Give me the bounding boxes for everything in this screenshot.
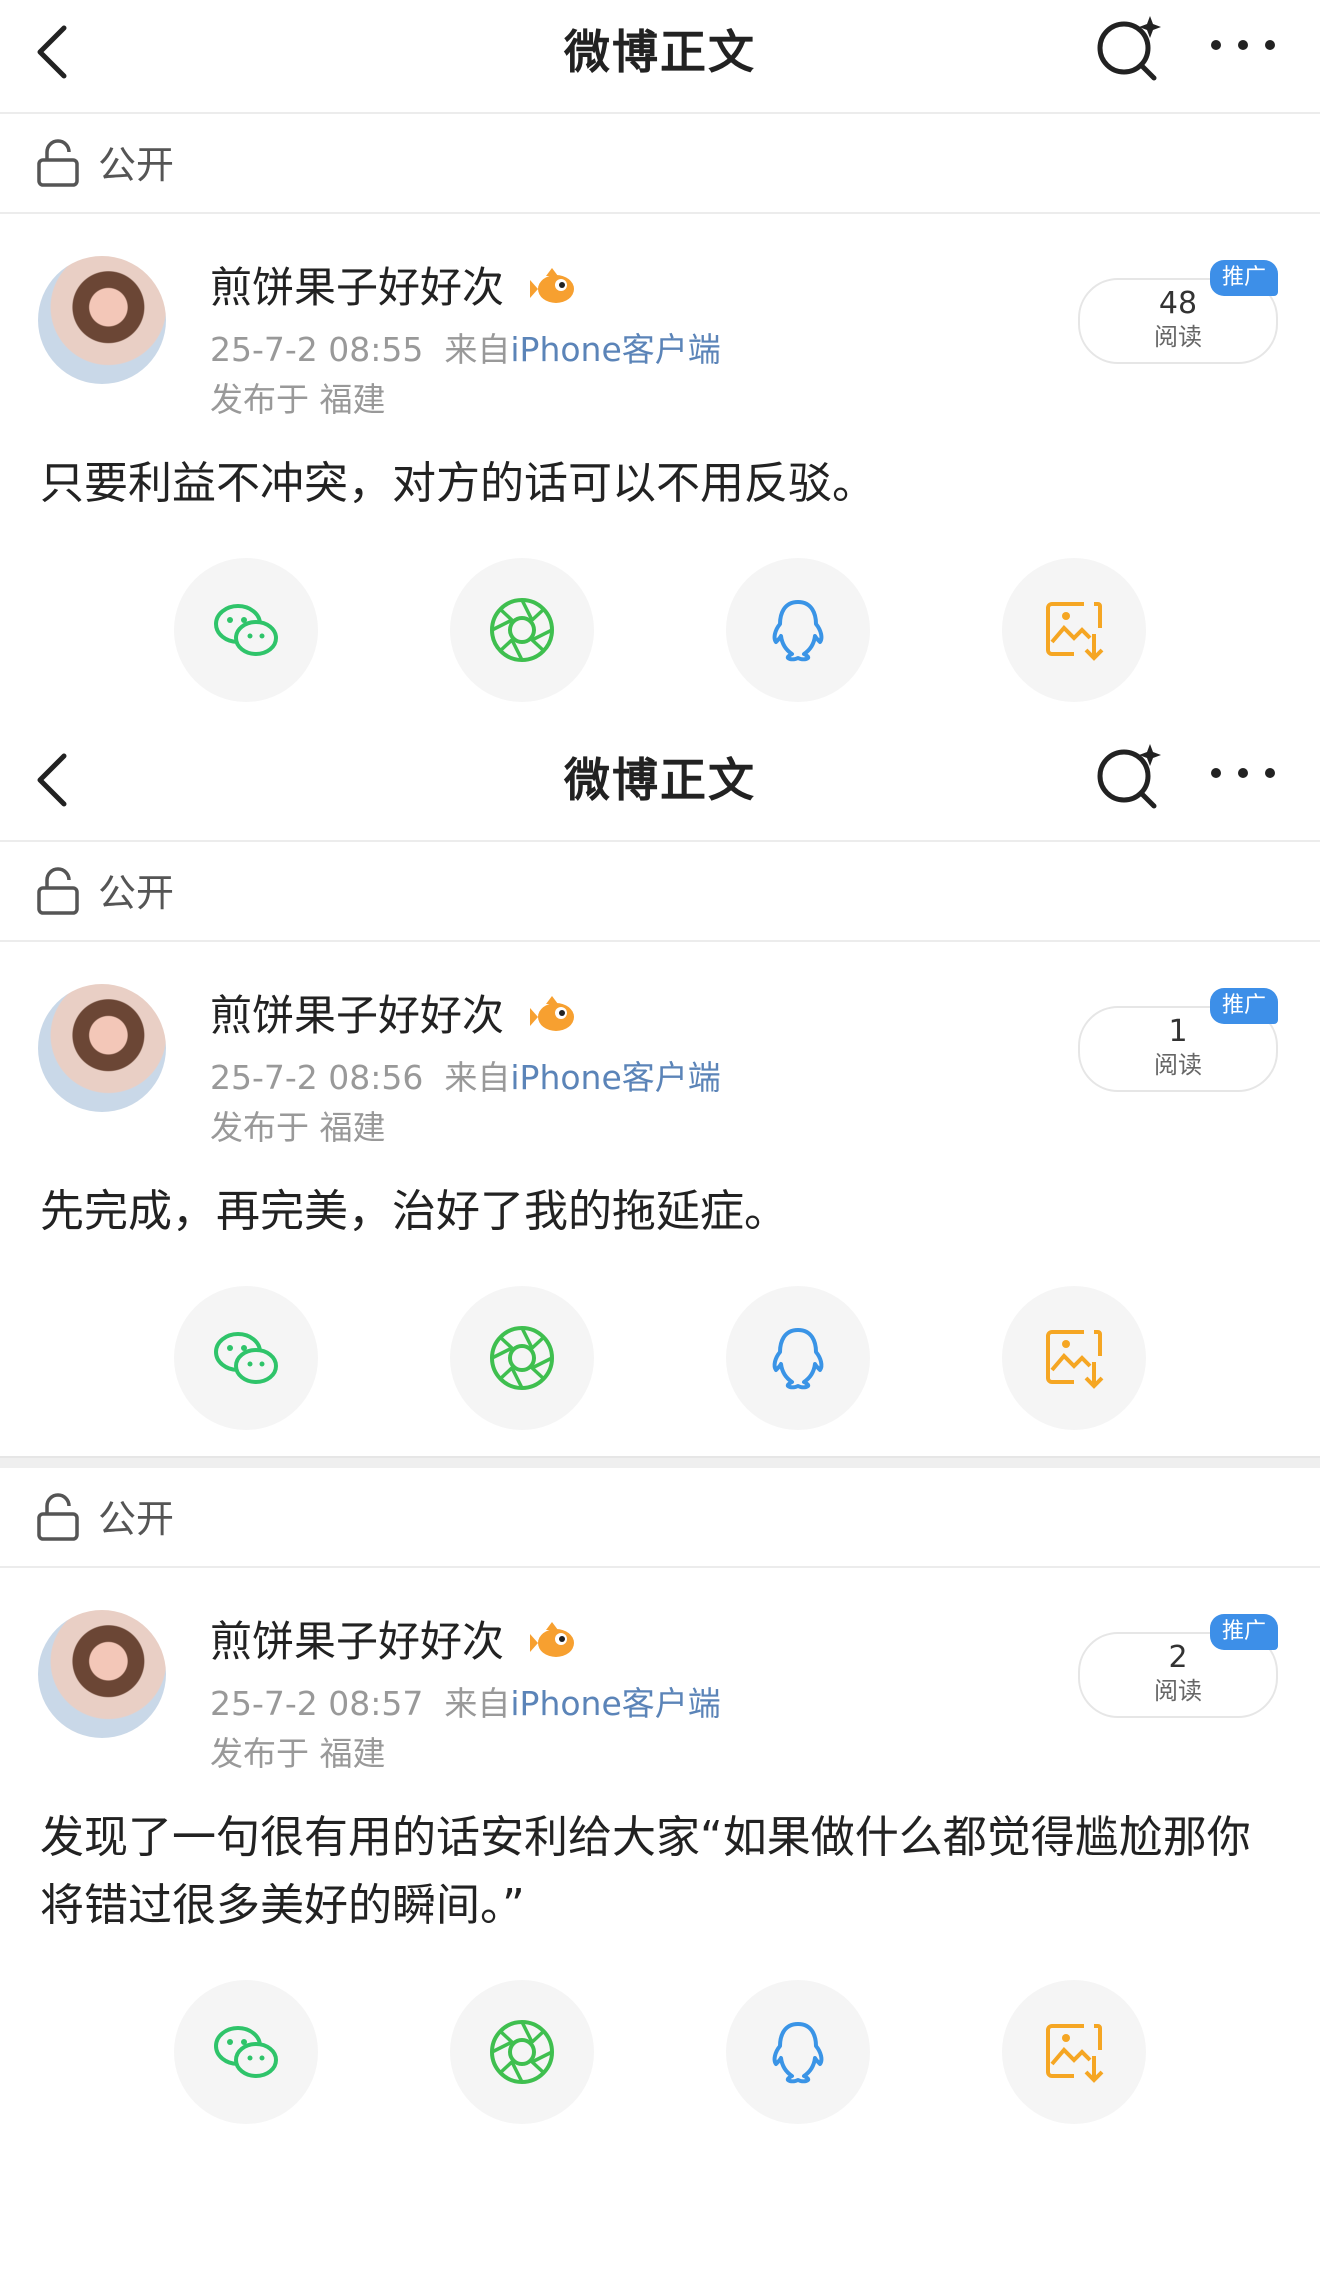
read-label: 阅读 [1154, 1051, 1202, 1079]
fish-badge-icon[interactable] [530, 1620, 578, 1664]
share-wechat-button[interactable] [174, 1980, 318, 2124]
username[interactable]: 煎饼果子好好次 [210, 260, 504, 316]
moments-icon [490, 1326, 554, 1390]
screen-2: 微博正文 公开 煎饼果子好好次 25-7-2 08:56 来自iPhone客户端… [0, 728, 1320, 1468]
avatar[interactable] [38, 984, 166, 1112]
qq-icon [772, 1328, 824, 1390]
visibility-label: 公开 [98, 1497, 175, 1541]
source-link[interactable]: iPhone客户端 [510, 1058, 720, 1097]
save-image-button[interactable] [1002, 1286, 1146, 1430]
source-link[interactable]: iPhone客户端 [510, 1684, 720, 1723]
screen-3: 公开 煎饼果子好好次 25-7-2 08:57 来自iPhone客户端 发布于 … [0, 1468, 1320, 2150]
wechat-icon [214, 2026, 278, 2078]
share-wechat-button[interactable] [174, 558, 318, 702]
post-from: 来自 [444, 330, 511, 369]
share-qq-button[interactable] [726, 1286, 870, 1430]
unlock-icon [37, 139, 79, 187]
post-header: 煎饼果子好好次 25-7-2 08:56 来自iPhone客户端 发布于 福建 … [0, 942, 1320, 1178]
post-text: 发现了一句很有用的话安利给大家“如果做什么都觉得尴尬那你将错过很多美好的瞬间。” [40, 1812, 1251, 1931]
save-image-icon [1046, 1330, 1104, 1389]
promote-badge[interactable]: 推广 [1210, 260, 1278, 296]
post-meta: 25-7-2 08:57 来自iPhone客户端 [210, 1682, 721, 1726]
share-row [0, 518, 1320, 728]
share-moments-button[interactable] [450, 558, 594, 702]
visibility-label: 公开 [98, 871, 175, 915]
visibility-label: 公开 [98, 143, 175, 187]
search-sparkle-icon[interactable] [1092, 740, 1168, 810]
moments-icon [490, 2020, 554, 2084]
save-image-icon [1046, 602, 1104, 661]
read-label: 阅读 [1154, 1677, 1202, 1705]
share-row [0, 1940, 1320, 2150]
visibility-row: 公开 [0, 842, 1320, 940]
wechat-icon [214, 1332, 278, 1384]
post-time: 25-7-2 08:55 [210, 330, 424, 369]
fish-badge-icon[interactable] [530, 266, 578, 310]
wechat-icon [214, 604, 278, 656]
username[interactable]: 煎饼果子好好次 [210, 988, 504, 1044]
qq-icon [772, 600, 824, 662]
visibility-row: 公开 [0, 1468, 1320, 1566]
unlock-icon [37, 1493, 79, 1541]
post-location: 发布于 福建 [210, 1734, 386, 1773]
save-image-button[interactable] [1002, 558, 1146, 702]
share-row [0, 1246, 1320, 1456]
avatar[interactable] [38, 256, 166, 384]
share-wechat-button[interactable] [174, 1286, 318, 1430]
more-dots-icon[interactable] [1208, 758, 1278, 788]
visibility-row: 公开 [0, 114, 1320, 212]
moments-icon [490, 598, 554, 662]
unlock-icon [37, 867, 79, 915]
post-text: 先完成，再完美，治好了我的拖延症。 [40, 1186, 788, 1237]
top-navigation-bar: 微博正文 [0, 0, 1320, 112]
more-dots-icon[interactable] [1208, 30, 1278, 60]
share-moments-button[interactable] [450, 1980, 594, 2124]
post-location: 发布于 福建 [210, 1108, 386, 1147]
save-image-button[interactable] [1002, 1980, 1146, 2124]
post-from: 来自 [444, 1684, 511, 1723]
share-qq-button[interactable] [726, 1980, 870, 2124]
source-link[interactable]: iPhone客户端 [510, 330, 720, 369]
avatar[interactable] [38, 1610, 166, 1738]
fish-badge-icon[interactable] [530, 994, 578, 1038]
post-text: 只要利益不冲突，对方的话可以不用反驳。 [40, 458, 876, 509]
share-qq-button[interactable] [726, 558, 870, 702]
promote-badge[interactable]: 推广 [1210, 1614, 1278, 1650]
post-time: 25-7-2 08:57 [210, 1684, 424, 1723]
username[interactable]: 煎饼果子好好次 [210, 1614, 504, 1670]
post-header: 煎饼果子好好次 25-7-2 08:55 来自iPhone客户端 发布于 福建 … [0, 214, 1320, 450]
post-meta: 25-7-2 08:55 来自iPhone客户端 [210, 328, 721, 372]
promote-badge[interactable]: 推广 [1210, 988, 1278, 1024]
search-sparkle-icon[interactable] [1092, 12, 1168, 82]
screen-1: 微博正文 公开 煎饼果子好好次 25-7-2 08:55 来自iPhone客户端… [0, 0, 1320, 728]
post-location: 发布于 福建 [210, 380, 386, 419]
section-separator [0, 1456, 1320, 1468]
post-meta: 25-7-2 08:56 来自iPhone客户端 [210, 1056, 721, 1100]
qq-icon [772, 2022, 824, 2084]
post-from: 来自 [444, 1058, 511, 1097]
read-label: 阅读 [1154, 323, 1202, 351]
post-header: 煎饼果子好好次 25-7-2 08:57 来自iPhone客户端 发布于 福建 … [0, 1568, 1320, 1804]
top-navigation-bar: 微博正文 [0, 728, 1320, 840]
share-moments-button[interactable] [450, 1286, 594, 1430]
save-image-icon [1046, 2024, 1104, 2083]
post-time: 25-7-2 08:56 [210, 1058, 424, 1097]
